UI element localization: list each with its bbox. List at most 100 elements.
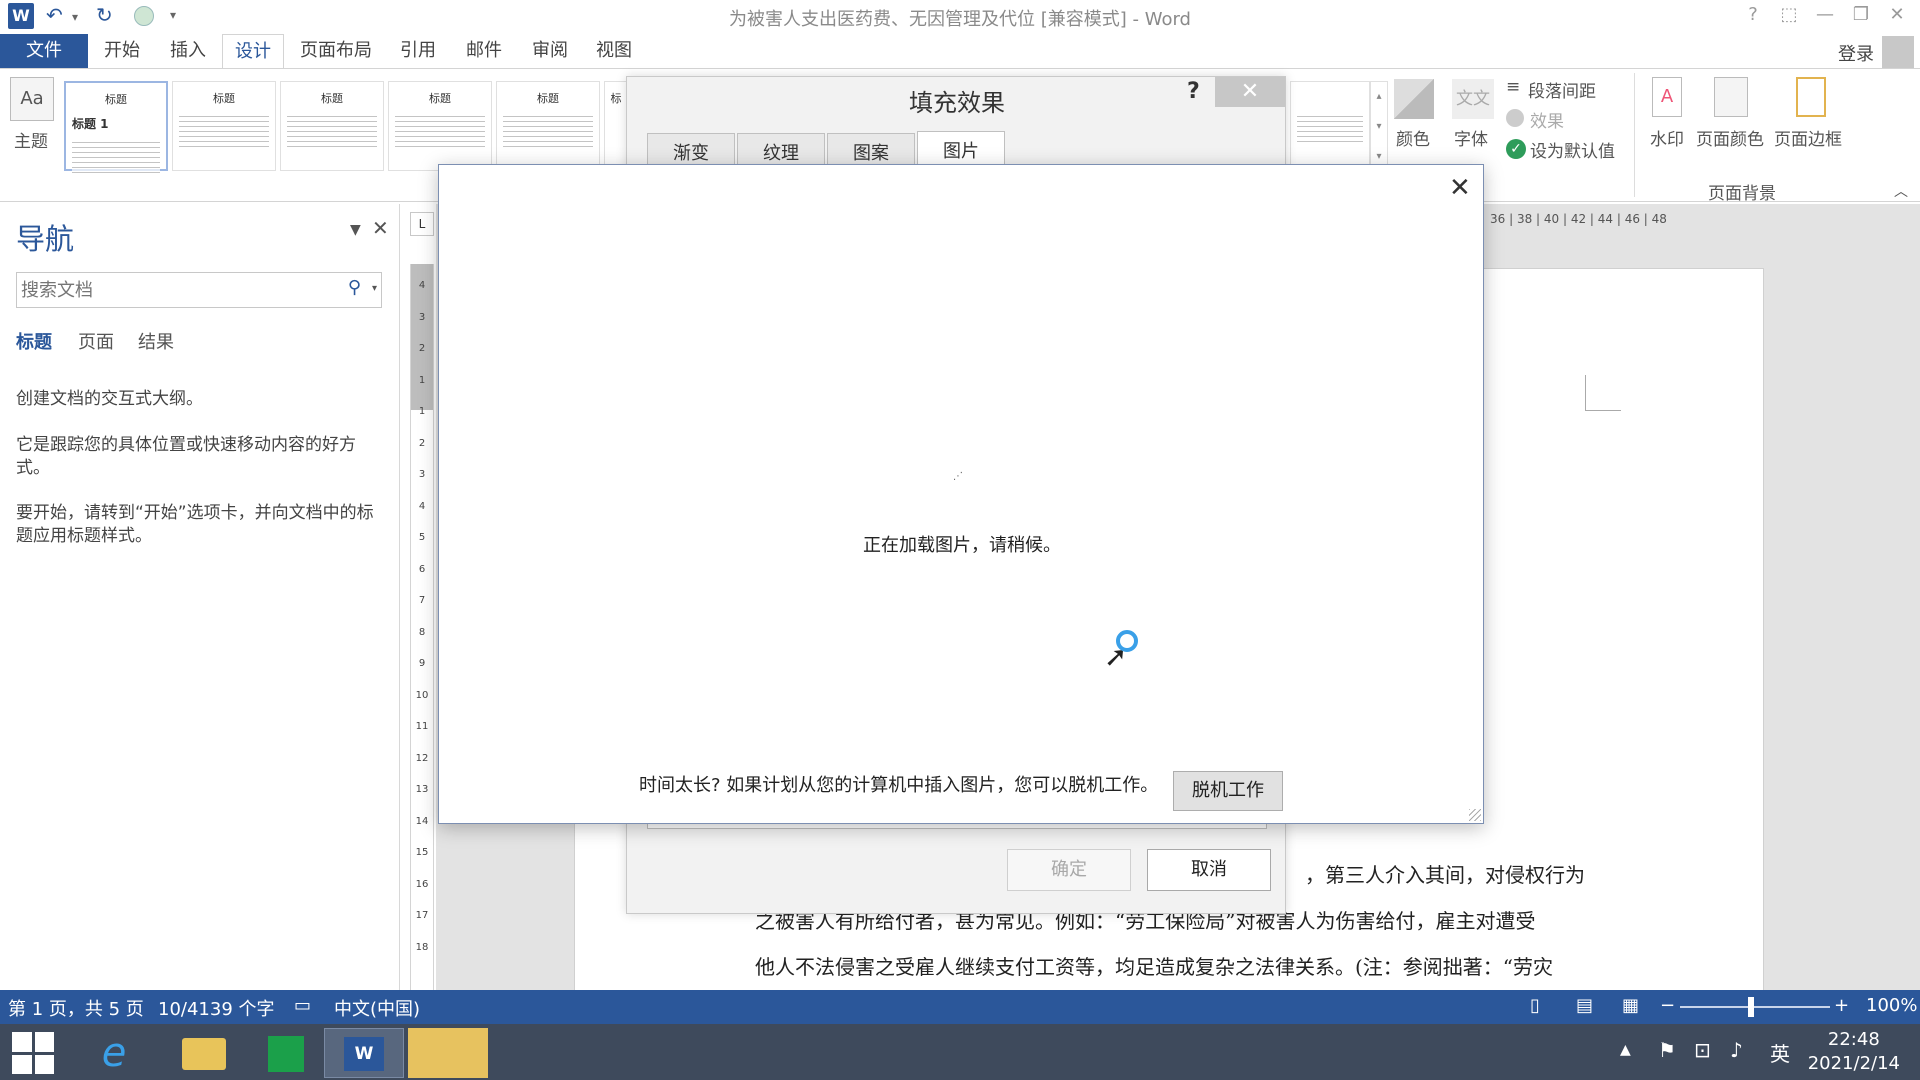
style-thumb-4[interactable]: 标题 xyxy=(388,81,492,171)
search-icon[interactable]: ⚲ xyxy=(348,277,361,298)
internet-explorer-icon[interactable]: e xyxy=(74,1028,154,1078)
tab-references[interactable]: 引用 xyxy=(388,34,448,68)
watermark-icon[interactable]: A xyxy=(1652,77,1682,117)
watermark-button[interactable]: 水印 xyxy=(1650,125,1684,150)
minimize-button[interactable]: — xyxy=(1808,2,1842,28)
zoom-level[interactable]: 100% xyxy=(1866,995,1917,1016)
set-default-button[interactable]: 设为默认值 xyxy=(1530,137,1615,162)
horizontal-ruler[interactable]: 36 | 38 | 40 | 42 | 44 | 46 | 48 xyxy=(1490,212,1667,226)
file-explorer-icon[interactable] xyxy=(164,1028,244,1078)
ruler-number: 13 xyxy=(415,784,429,795)
web-layout-icon[interactable]: ▦ xyxy=(1622,995,1639,1016)
tab-file[interactable]: 文件 xyxy=(0,34,88,68)
theme-label[interactable]: 主题 xyxy=(14,127,48,152)
paragraph-spacing-button[interactable]: 段落间距 xyxy=(1528,77,1596,102)
word-count[interactable]: 10/4139 个字 xyxy=(158,995,275,1021)
cancel-button[interactable]: 取消 xyxy=(1147,849,1271,891)
theme-icon[interactable]: Aa xyxy=(10,77,54,121)
zoom-slider-thumb[interactable] xyxy=(1748,997,1754,1017)
tab-review[interactable]: 审阅 xyxy=(520,34,580,68)
app-taskbar-icon[interactable] xyxy=(408,1028,488,1078)
page-color-icon[interactable] xyxy=(1714,77,1748,117)
effects-button[interactable]: 效果 xyxy=(1530,107,1564,132)
avatar[interactable] xyxy=(1882,36,1914,68)
ime-indicator[interactable]: 英 xyxy=(1770,1038,1790,1067)
tab-design[interactable]: 设计 xyxy=(222,34,284,68)
start-icon[interactable] xyxy=(12,1032,54,1074)
store-icon[interactable] xyxy=(246,1028,326,1078)
nav-options-icon[interactable]: ▼ xyxy=(350,222,361,238)
redo-icon[interactable]: ↻ xyxy=(96,3,113,27)
network-icon[interactable]: ⊡ xyxy=(1694,1038,1711,1062)
zoom-in-icon[interactable]: + xyxy=(1834,995,1849,1016)
fonts-icon[interactable]: 文文 xyxy=(1452,79,1494,119)
tab-home[interactable]: 开始 xyxy=(92,34,152,68)
fill-close-button[interactable]: ✕ xyxy=(1215,77,1285,107)
nav-close-icon[interactable]: ✕ xyxy=(372,216,389,240)
tab-mailings[interactable]: 邮件 xyxy=(454,34,514,68)
quick-access-circle-icon[interactable] xyxy=(134,6,154,26)
nav-tab-headings[interactable]: 标题 xyxy=(16,328,52,354)
colors-icon[interactable] xyxy=(1394,79,1434,119)
fill-help-button[interactable]: ? xyxy=(1187,79,1200,104)
undo-dropdown-icon[interactable]: ▾ xyxy=(72,10,78,24)
colors-label[interactable]: 颜色 xyxy=(1396,125,1430,150)
undo-icon[interactable]: ↶ xyxy=(46,3,63,27)
word-taskbar-icon[interactable]: W xyxy=(324,1028,404,1078)
style-thumb-6[interactable]: 标 xyxy=(604,81,628,171)
style-thumb-title: 标题 xyxy=(105,93,127,106)
language[interactable]: 中文(中国) xyxy=(334,995,420,1021)
read-mode-icon[interactable]: ▯ xyxy=(1530,995,1540,1016)
page-count[interactable]: 第 1 页，共 5 页 xyxy=(8,995,144,1021)
nav-tab-results[interactable]: 结果 xyxy=(138,328,174,354)
taskbar: e W ▲ ⚑ ⊡ ♪ 英 22:48 2021/2/14 xyxy=(0,1024,1920,1080)
word-app-icon[interactable]: W xyxy=(8,3,34,29)
tab-view[interactable]: 视图 xyxy=(584,34,644,68)
style-thumb-3[interactable]: 标题 xyxy=(280,81,384,171)
doc-line-1: ，第三人介入其间，对侵权行为 xyxy=(1305,863,1585,887)
tab-insert[interactable]: 插入 xyxy=(158,34,218,68)
zoom-slider[interactable] xyxy=(1680,1006,1830,1008)
style-thumb-right[interactable] xyxy=(1290,81,1370,171)
tab-selector[interactable]: L xyxy=(410,212,434,236)
print-layout-icon[interactable]: ▤ xyxy=(1576,995,1593,1016)
style-thumb-2[interactable]: 标题 xyxy=(172,81,276,171)
show-hidden-icons-icon[interactable]: ▲ xyxy=(1620,1042,1631,1058)
search-dropdown-icon[interactable]: ▾ xyxy=(372,283,377,294)
style-thumb-1[interactable]: 标题 标题 1 xyxy=(64,81,168,176)
login-link[interactable]: 登录 xyxy=(1838,40,1874,66)
vertical-ruler[interactable]: 4 3 2 1 1 2 3 4 5 6 7 8 9 10 11 12 13 14 15 16 17 18 xyxy=(410,264,434,990)
fonts-label[interactable]: 字体 xyxy=(1454,125,1488,150)
resize-grip-icon[interactable] xyxy=(1469,809,1481,821)
collapse-ribbon-icon[interactable]: ︿ xyxy=(1894,181,1908,201)
page-color-button[interactable]: 页面颜色 xyxy=(1696,125,1764,150)
ribbon-display-button[interactable]: ⬚ xyxy=(1772,2,1806,28)
style-thumb-5[interactable]: 标题 xyxy=(496,81,600,171)
customize-quick-access-icon[interactable]: ▾ xyxy=(170,8,176,22)
volume-icon[interactable]: ♪ xyxy=(1730,1038,1743,1062)
ribbon-tabs: 文件 开始 插入 设计 页面布局 引用 邮件 审阅 视图 登录 xyxy=(0,34,1920,68)
ruler-number: 14 xyxy=(415,815,429,827)
proofing-icon[interactable]: ▭ xyxy=(294,995,311,1016)
tab-layout[interactable]: 页面布局 xyxy=(288,34,384,68)
gallery-scroll[interactable]: ▴ ▾ ▾ xyxy=(1370,81,1388,171)
nav-help-text-2: 它是跟踪您的具体位置或快速移动内容的好方式。 xyxy=(16,435,356,478)
work-offline-button[interactable]: 脱机工作 xyxy=(1173,771,1283,811)
page-border-icon[interactable] xyxy=(1796,77,1826,117)
loading-message: 正在加载图片，请稍候。 xyxy=(863,535,1061,556)
page-border-button[interactable]: 页面边框 xyxy=(1774,125,1842,150)
close-window-button[interactable]: ✕ xyxy=(1880,2,1914,28)
search-input[interactable] xyxy=(17,273,317,307)
offline-prompt: 时间太长? 如果计划从您的计算机中插入图片，您可以脱机工作。 xyxy=(639,775,1159,796)
ok-button[interactable]: 确定 xyxy=(1007,849,1131,891)
nav-tab-pages[interactable]: 页面 xyxy=(78,328,114,354)
restore-button[interactable]: ❐ xyxy=(1844,2,1878,28)
zoom-out-icon[interactable]: − xyxy=(1660,995,1675,1016)
action-center-flag-icon[interactable]: ⚑ xyxy=(1658,1038,1676,1062)
close-icon[interactable]: ✕ xyxy=(1449,173,1471,203)
navigation-pane: 导航 ▼ ✕ ⚲ ▾ 标题 页面 结果 创建文档的交互式大纲。 它是跟踪您的具体… xyxy=(0,204,400,990)
style-thumb-lines xyxy=(287,112,377,150)
clock[interactable]: 22:48 2021/2/14 xyxy=(1808,1028,1900,1076)
nav-search-box[interactable]: ⚲ ▾ xyxy=(16,272,382,308)
help-button[interactable]: ? xyxy=(1736,2,1770,28)
